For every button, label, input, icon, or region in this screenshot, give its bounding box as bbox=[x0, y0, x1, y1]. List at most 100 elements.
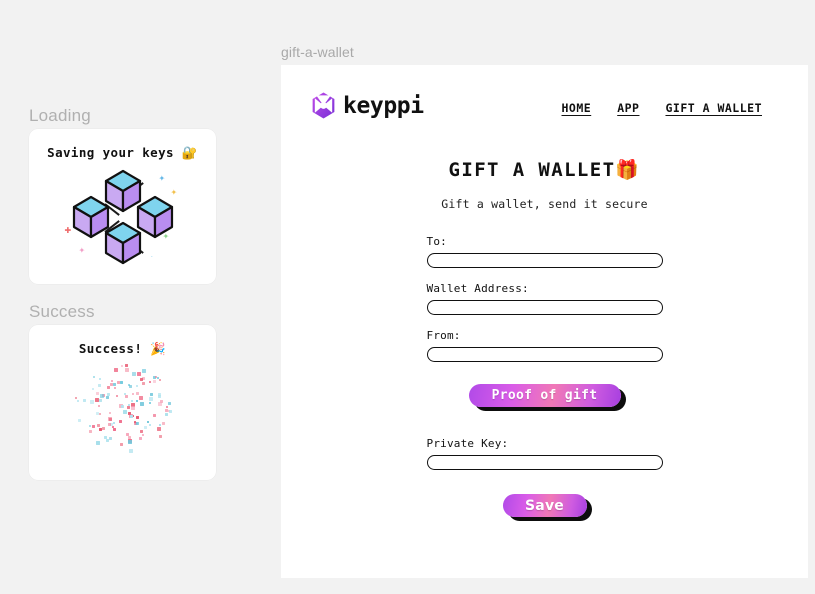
from-input[interactable] bbox=[426, 347, 663, 362]
nav-link-gift-a-wallet[interactable]: GIFT A WALLET bbox=[665, 101, 762, 115]
confetti-particle bbox=[113, 383, 116, 387]
confetti-particle bbox=[135, 400, 138, 402]
confetti-particle bbox=[168, 410, 172, 414]
confetti-particle bbox=[158, 434, 162, 438]
to-input[interactable] bbox=[426, 253, 663, 268]
confetti-particle bbox=[98, 399, 102, 402]
field-label-to: To: bbox=[426, 235, 447, 248]
wallet-address-input[interactable] bbox=[426, 300, 663, 315]
confetti-particle bbox=[77, 399, 80, 402]
confetti-particle bbox=[75, 397, 78, 400]
confetti-particle bbox=[107, 416, 112, 421]
section-label-success: Success bbox=[29, 302, 95, 321]
sparkle-icon: ✦ bbox=[170, 188, 178, 197]
confetti-particle bbox=[149, 380, 152, 383]
sparkle-icon: ✦ bbox=[78, 246, 86, 255]
sparkle-icon: ✦ bbox=[162, 232, 170, 241]
confetti-particle bbox=[120, 381, 124, 385]
cube-icon bbox=[103, 221, 143, 265]
confetti-particle bbox=[159, 379, 161, 381]
confetti-particle bbox=[127, 406, 130, 410]
confetti-particle bbox=[138, 396, 143, 401]
nav-link-home[interactable]: HOME bbox=[562, 101, 592, 115]
confetti-particle bbox=[97, 424, 101, 428]
confetti-particle bbox=[122, 410, 127, 414]
field-label-private-key: Private Key: bbox=[426, 437, 509, 450]
confetti-particle bbox=[165, 413, 169, 417]
confetti-particle bbox=[166, 406, 169, 409]
page-tag-label: gift-a-wallet bbox=[281, 44, 354, 60]
confetti-particle bbox=[132, 372, 137, 376]
success-state-card: Success! 🎉 bbox=[29, 325, 216, 480]
confetti-particle bbox=[158, 423, 161, 426]
loading-state-card: Saving your keys 🔐 ✦ ✦ ✚ ✦ ✦ · bbox=[29, 129, 216, 284]
confetti-particle bbox=[158, 392, 162, 396]
site-header: keyppi HOME APP GIFT A WALLET bbox=[281, 65, 808, 120]
confetti-particle bbox=[130, 400, 133, 403]
confetti-particle bbox=[99, 412, 102, 415]
confetti-particle bbox=[131, 392, 134, 395]
keyppi-hexagon-logo-icon bbox=[312, 92, 335, 119]
confetti-particle bbox=[144, 425, 148, 429]
hero-section: GIFT A WALLET🎁 Gift a wallet, send it se… bbox=[281, 158, 808, 211]
confetti-particle bbox=[117, 381, 121, 385]
confetti-particle bbox=[95, 440, 100, 445]
confetti-particle bbox=[147, 420, 150, 423]
confetti-particle bbox=[101, 426, 105, 430]
confetti-particle bbox=[99, 394, 104, 399]
site-navigation: HOME APP GIFT A WALLET bbox=[562, 97, 781, 115]
confetti-particle bbox=[156, 427, 161, 432]
confetti-burst-illustration bbox=[29, 357, 216, 467]
page-title: GIFT A WALLET🎁 bbox=[448, 159, 641, 181]
field-label-wallet-address: Wallet Address: bbox=[426, 282, 529, 295]
confetti-particle bbox=[92, 376, 95, 379]
confetti-particle bbox=[108, 423, 112, 427]
section-label-loading: Loading bbox=[29, 106, 91, 125]
confetti-particle bbox=[78, 418, 82, 422]
confetti-particle bbox=[135, 416, 139, 420]
confetti-particle bbox=[141, 434, 144, 437]
proof-of-gift-button[interactable]: Proof of gift bbox=[468, 384, 621, 407]
confetti-particle bbox=[109, 411, 112, 414]
confetti-particle bbox=[139, 437, 143, 441]
confetti-particle bbox=[140, 430, 144, 434]
confetti-particle bbox=[98, 383, 102, 387]
confetti-particle bbox=[128, 449, 133, 454]
confetti-particle bbox=[154, 375, 157, 378]
confetti-particle bbox=[158, 402, 163, 407]
confetti-particle bbox=[89, 424, 92, 427]
confetti-particle bbox=[91, 425, 95, 429]
confetti-particle bbox=[121, 404, 125, 408]
main-page-wrapper: gift-a-wallet keyppi HOME APP GIFT A WAL… bbox=[281, 44, 808, 578]
field-label-from: From: bbox=[426, 329, 461, 342]
confetti-particle bbox=[89, 399, 94, 404]
confetti-particle bbox=[125, 367, 130, 372]
confetti-particle bbox=[103, 436, 107, 440]
component-states-sidebar: Loading Saving your keys 🔐 ✦ ✦ ✚ ✦ ✦ · S… bbox=[0, 0, 260, 594]
confetti-particle bbox=[128, 440, 133, 444]
private-key-input[interactable] bbox=[426, 455, 663, 470]
success-card-title: Success! 🎉 bbox=[78, 341, 167, 356]
confetti-particle bbox=[108, 436, 112, 440]
confetti-particle bbox=[112, 427, 116, 431]
confetti-particle bbox=[141, 369, 146, 374]
brand-logo[interactable]: keyppi bbox=[309, 91, 424, 120]
confetti-particle bbox=[149, 396, 154, 401]
nav-link-app[interactable]: APP bbox=[617, 101, 639, 115]
confetti-particle bbox=[91, 387, 94, 390]
save-button[interactable]: Save bbox=[502, 494, 587, 517]
confetti-particle bbox=[129, 414, 133, 418]
confetti-particle bbox=[120, 442, 124, 446]
confetti-particle bbox=[120, 364, 123, 367]
confetti-particle bbox=[125, 394, 129, 398]
confetti-particle bbox=[148, 401, 151, 404]
app-root: Loading Saving your keys 🔐 ✦ ✦ ✚ ✦ ✦ · S… bbox=[0, 0, 815, 594]
confetti-particle bbox=[82, 399, 86, 403]
page-subtitle: Gift a wallet, send it secure bbox=[441, 197, 648, 211]
confetti-particle bbox=[113, 421, 116, 424]
confetti-particle bbox=[140, 378, 144, 382]
confetti-particle bbox=[128, 384, 132, 388]
sparkle-icon: ✚ bbox=[64, 226, 72, 235]
confetti-particle bbox=[118, 420, 122, 424]
confetti-particle bbox=[152, 379, 156, 383]
